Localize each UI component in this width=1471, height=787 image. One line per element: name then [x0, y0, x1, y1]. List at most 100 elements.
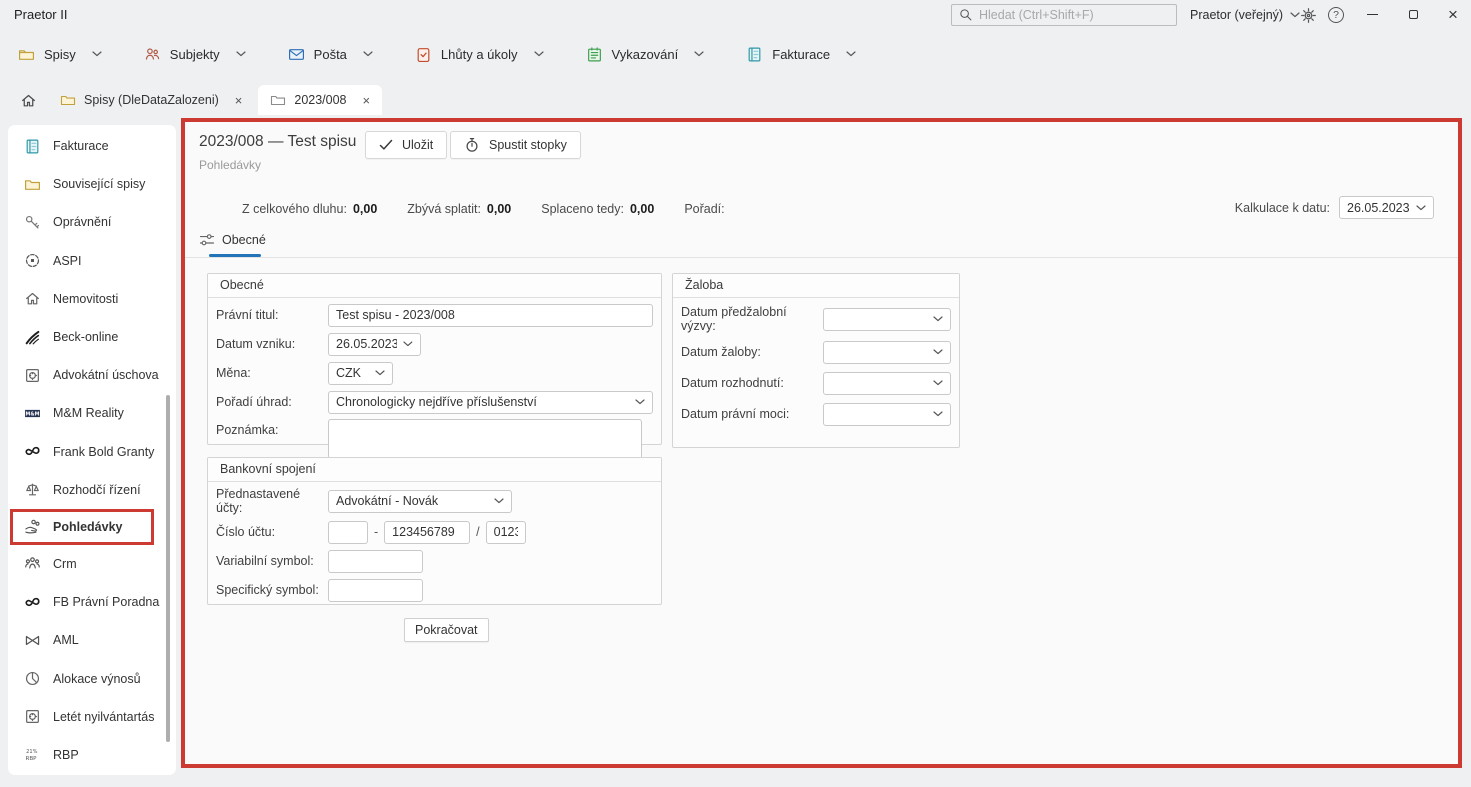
chevron-down-icon — [534, 51, 544, 57]
sidebar-item-crm[interactable]: Crm — [8, 545, 176, 583]
menu-item-lhuty-a-ukoly[interactable]: Lhůty a úkoly — [415, 46, 544, 63]
folder-icon — [270, 92, 286, 108]
sidebar-item-pohledavky[interactable]: Pohledávky — [10, 509, 154, 545]
sidebar-item-rozhodci-rizeni[interactable]: Rozhodčí řízení — [8, 471, 176, 509]
rbp-logo-icon: 21%RBP — [24, 746, 41, 763]
account-number-input[interactable] — [384, 521, 470, 544]
field-datum-zaloby: Datum žaloby: — [681, 340, 951, 364]
legal-title-input[interactable] — [328, 304, 653, 327]
field-datum-rozhodnuti: Datum rozhodnutí: — [681, 371, 951, 395]
aspi-icon — [24, 252, 41, 269]
sidebar-item-nemovitosti[interactable]: Nemovitosti — [8, 280, 176, 318]
variable-symbol-input[interactable] — [328, 550, 423, 573]
tab-spisy-dledatazalozeni[interactable]: Spisy (DleDataZalozeni) × — [48, 85, 254, 115]
case-detail-panel: 2023/008 — Test spisu Pohledávky Uložit … — [181, 118, 1462, 768]
chevron-down-icon — [494, 498, 504, 504]
pie-chart-icon — [24, 670, 41, 687]
minimize-button[interactable] — [1355, 0, 1389, 28]
document-tab-bar: Spisy (DleDataZalozeni) × 2023/008 × — [0, 84, 382, 115]
section-title: Bankovní spojení — [208, 458, 661, 482]
search-icon — [959, 8, 973, 22]
tab-obecne[interactable]: Obecné — [199, 232, 266, 248]
account-prefix-input[interactable] — [328, 521, 368, 544]
chevron-down-icon — [933, 316, 943, 322]
help-button[interactable]: ? — [1324, 4, 1348, 26]
payment-order-select[interactable]: Chronologicky nejdříve příslušenství — [328, 391, 653, 414]
chevron-down-icon — [236, 51, 246, 57]
origin-date-select[interactable]: 26.05.2023 — [328, 333, 421, 356]
menu-item-subjekty[interactable]: Subjekty — [144, 46, 246, 63]
app-title: Praetor II — [14, 7, 67, 22]
mm-logo-icon: M&M — [24, 405, 41, 422]
debt-summary-row: Z celkového dluhu:0,00 Zbývá splatit:0,0… — [242, 202, 731, 216]
currency-select[interactable]: CZK — [328, 362, 393, 385]
calculation-date-select[interactable]: 26.05.2023 — [1339, 196, 1434, 219]
tab-2023-008[interactable]: 2023/008 × — [258, 85, 382, 115]
chevron-down-icon — [933, 380, 943, 386]
specific-symbol-input[interactable] — [328, 579, 423, 602]
sidebar-item-aspi[interactable]: ASPI — [8, 242, 176, 280]
home-icon — [20, 92, 37, 109]
sidebar-item-beck-online[interactable]: Beck-online — [8, 318, 176, 356]
folder-icon — [18, 46, 35, 63]
section-bankovni-spojeni: Bankovní spojení Přednastavené účty: Adv… — [207, 457, 662, 605]
menu-item-posta[interactable]: Pošta — [288, 46, 373, 63]
section-title: Žaloba — [673, 274, 959, 298]
close-button[interactable]: × — [1436, 0, 1470, 28]
workspace: Fakturace Související spisy Oprávnění AS… — [0, 115, 1471, 787]
svg-text:21%: 21% — [26, 750, 37, 756]
envelope-icon — [288, 46, 305, 63]
calculation-date-label: Kalkulace k datu: — [1235, 201, 1330, 215]
pre-suit-notice-date-select[interactable] — [823, 308, 951, 331]
sidebar-item-alokace-vynosu[interactable]: Alokace výnosů — [8, 659, 176, 697]
sidebar-scrollbar[interactable] — [166, 395, 170, 742]
field-pravni-titul: Právní titul: — [216, 303, 653, 327]
sidebar-item-fb-pravni-poradna[interactable]: FB Právní Poradna — [8, 583, 176, 621]
save-button[interactable]: Uložit — [365, 131, 447, 159]
maximize-button[interactable] — [1396, 0, 1430, 28]
chevron-down-icon — [933, 411, 943, 417]
sliders-icon — [199, 232, 215, 248]
page-subtitle: Pohledávky — [199, 158, 261, 172]
loop-logo-icon — [24, 594, 41, 611]
bank-code-input[interactable] — [486, 521, 526, 544]
profile-dropdown[interactable]: Praetor (veřejný) — [1190, 8, 1300, 22]
legal-force-date-select[interactable] — [823, 403, 951, 426]
sidebar-item-rbp[interactable]: 21%RBP RBP — [8, 736, 176, 774]
sidebar-item-mm-reality[interactable]: M&M M&M Reality — [8, 394, 176, 432]
field-poradi-uhrad: Pořadí úhrad: Chronologicky nejdříve pří… — [216, 390, 653, 414]
note-textarea[interactable] — [328, 419, 642, 459]
sidebar-item-souvisejici-spisy[interactable]: Související spisy — [8, 165, 176, 203]
search-input[interactable]: Hledat (Ctrl+Shift+F) — [951, 4, 1177, 26]
page-title: 2023/008 — Test spisu — [199, 133, 356, 151]
calculation-date: Kalkulace k datu: 26.05.2023 — [1235, 196, 1434, 219]
start-stopwatch-button[interactable]: Spustit stopky — [450, 131, 581, 159]
tab-close-icon[interactable]: × — [235, 93, 243, 108]
sidebar-item-frank-bold-granty[interactable]: Frank Bold Granty — [8, 433, 176, 471]
calendar-list-icon — [586, 46, 603, 63]
key-icon — [24, 214, 41, 231]
decision-date-select[interactable] — [823, 372, 951, 395]
field-mena: Měna: CZK — [216, 361, 653, 385]
chevron-down-icon — [846, 51, 856, 57]
section-zaloba: Žaloba Datum předžalobní výzvy: Datum ža… — [672, 273, 960, 448]
bowtie-icon — [24, 632, 41, 649]
tab-close-icon[interactable]: × — [363, 93, 371, 108]
home-tab-button[interactable] — [12, 85, 44, 115]
sidebar-item-advokatni-uschova[interactable]: Advokátní úschova — [8, 356, 176, 394]
title-bar: Praetor II Hledat (Ctrl+Shift+F) Praetor… — [0, 0, 1471, 30]
preset-accounts-select[interactable]: Advokátní - Novák — [328, 490, 512, 513]
sidebar-item-fakturace[interactable]: Fakturace — [8, 127, 176, 165]
sidebar-item-letet-nyilvantartas[interactable]: Letét nyilvántartás — [8, 698, 176, 736]
continue-button[interactable]: Pokračovat — [404, 618, 489, 642]
settings-button[interactable] — [1296, 4, 1320, 26]
menu-item-spisy[interactable]: Spisy — [18, 46, 102, 63]
menu-item-vykazovani[interactable]: Vykazování — [586, 46, 705, 63]
sidebar-item-aml[interactable]: AML — [8, 621, 176, 659]
menu-item-fakturace[interactable]: Fakturace — [746, 46, 856, 63]
lawsuit-date-select[interactable] — [823, 341, 951, 364]
field-datum-pravni-moci: Datum právní moci: — [681, 402, 951, 426]
case-sidebar: Fakturace Související spisy Oprávnění AS… — [8, 125, 176, 775]
sidebar-item-opravneni[interactable]: Oprávnění — [8, 203, 176, 241]
stopwatch-icon — [464, 137, 480, 153]
